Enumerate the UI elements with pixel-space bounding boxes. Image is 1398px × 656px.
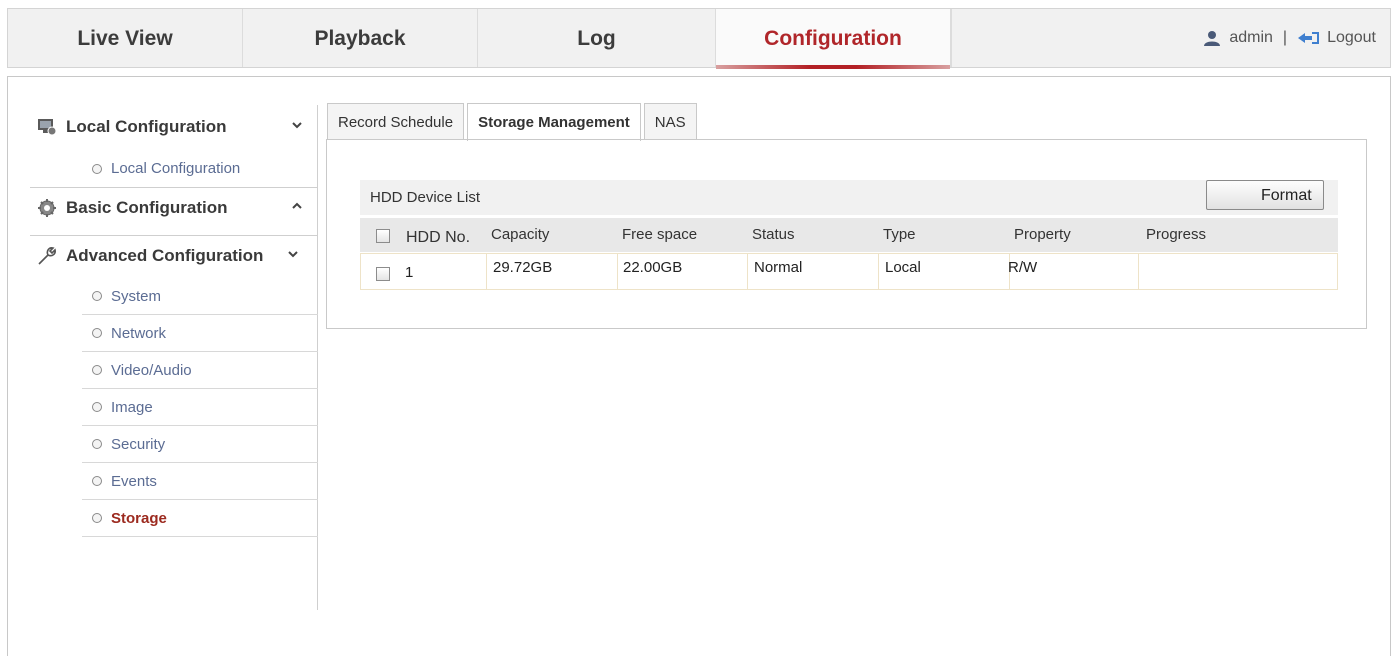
logout-link[interactable]: Logout xyxy=(1297,29,1376,47)
cell-free-space: 22.00GB xyxy=(623,259,683,276)
cell-divider xyxy=(747,254,748,289)
sidebar-group-basic-configuration[interactable]: Basic Configuration xyxy=(30,187,318,227)
column-property: Property xyxy=(1014,226,1071,243)
bullet-icon xyxy=(92,476,102,486)
sidebar-item-security[interactable]: Security xyxy=(82,426,318,463)
column-type: Type xyxy=(883,226,916,243)
bullet-icon xyxy=(92,365,102,375)
column-progress: Progress xyxy=(1146,226,1207,243)
bullet-icon xyxy=(92,328,102,338)
logout-icon xyxy=(1298,32,1320,44)
monitor-gear-icon xyxy=(36,116,58,138)
sidebar-item-image[interactable]: Image xyxy=(82,389,318,426)
chevron-down-icon xyxy=(292,122,302,129)
user-icon xyxy=(1204,31,1221,46)
nav-tab-log[interactable]: Log xyxy=(478,9,716,67)
tab-record-schedule[interactable]: Record Schedule xyxy=(327,103,465,140)
sidebar-item-label: Local Configuration xyxy=(111,160,241,177)
cell-property: R/W xyxy=(1008,259,1038,276)
tab-storage-management[interactable]: Storage Management xyxy=(467,103,641,141)
select-all-checkbox[interactable] xyxy=(376,229,390,243)
content-tabs: Record Schedule Storage Management NAS xyxy=(327,103,700,141)
sidebar-group-label: Advanced Configuration xyxy=(66,245,264,265)
nav-tab-configuration[interactable]: Configuration xyxy=(716,9,951,69)
bullet-icon xyxy=(92,439,102,449)
user-info[interactable]: admin xyxy=(1203,29,1273,47)
cell-hdd-no: 1 xyxy=(405,264,414,281)
sidebar-item-label: Image xyxy=(111,398,153,416)
sidebar-item-label: Network xyxy=(111,324,167,342)
column-free-space: Free space xyxy=(622,226,698,243)
bullet-icon xyxy=(92,291,102,301)
sidebar-item-label: Storage xyxy=(111,509,167,527)
sidebar-item-local-configuration[interactable]: Local Configuration xyxy=(82,150,318,187)
hdd-list-header: HDD Device List Format xyxy=(360,180,1338,215)
bullet-icon xyxy=(92,402,102,412)
username: admin xyxy=(1229,29,1273,46)
column-capacity: Capacity xyxy=(491,226,550,243)
sidebar-item-label: Security xyxy=(111,435,166,453)
gear-icon xyxy=(36,197,58,219)
cell-status: Normal xyxy=(754,259,803,276)
nav-tab-playback[interactable]: Playback xyxy=(243,9,478,67)
sidebar-item-label: Video/Audio xyxy=(111,361,192,379)
wrench-icon xyxy=(36,245,58,267)
sidebar-group-local-configuration[interactable]: Local Configuration xyxy=(30,107,318,147)
cell-divider xyxy=(878,254,879,289)
sidebar-item-events[interactable]: Events xyxy=(82,463,318,500)
sidebar-item-network[interactable]: Network xyxy=(82,315,318,352)
column-status: Status xyxy=(752,226,795,243)
user-area: admin | Logout xyxy=(1203,9,1376,67)
bullet-icon xyxy=(92,513,102,523)
cell-divider xyxy=(617,254,618,289)
sidebar-item-label: System xyxy=(111,287,162,305)
chevron-up-icon xyxy=(292,202,302,209)
sidebar-group-advanced-configuration[interactable]: Advanced Configuration xyxy=(30,235,318,275)
cell-type: Local xyxy=(885,259,921,276)
sidebar-group-label: Local Configuration xyxy=(66,117,227,136)
sidebar-item-label: Events xyxy=(111,472,157,490)
cell-divider xyxy=(1138,254,1139,289)
cell-capacity: 29.72GB xyxy=(493,259,553,276)
sidebar-item-storage[interactable]: Storage xyxy=(82,500,318,537)
nav-tab-live-view[interactable]: Live View xyxy=(8,9,243,67)
logout-label: Logout xyxy=(1327,29,1376,46)
top-navigation: Live View Playback Log Configuration adm… xyxy=(7,8,1391,69)
tab-nas[interactable]: NAS xyxy=(643,103,697,140)
sidebar-item-system[interactable]: System xyxy=(82,278,318,315)
sidebar-group-label: Basic Configuration xyxy=(66,197,228,217)
hdd-table-header: HDD No. Capacity Free space Status Type … xyxy=(360,218,1338,252)
cell-divider xyxy=(486,254,487,289)
column-hdd-no: HDD No. xyxy=(406,229,471,246)
bullet-icon xyxy=(92,163,102,174)
sidebar-item-video-audio[interactable]: Video/Audio xyxy=(82,352,318,389)
row-checkbox[interactable] xyxy=(376,267,390,281)
sidebar: Local Configuration Local Configuration … xyxy=(30,105,318,610)
table-row[interactable]: 1 29.72GB 22.00GB Normal Local R/W xyxy=(360,253,1338,290)
nav-divider xyxy=(951,9,952,67)
format-button[interactable]: Format xyxy=(1206,180,1324,210)
hdd-list-title: HDD Device List xyxy=(370,189,481,206)
user-separator: | xyxy=(1282,29,1288,46)
chevron-down-icon xyxy=(288,251,298,258)
